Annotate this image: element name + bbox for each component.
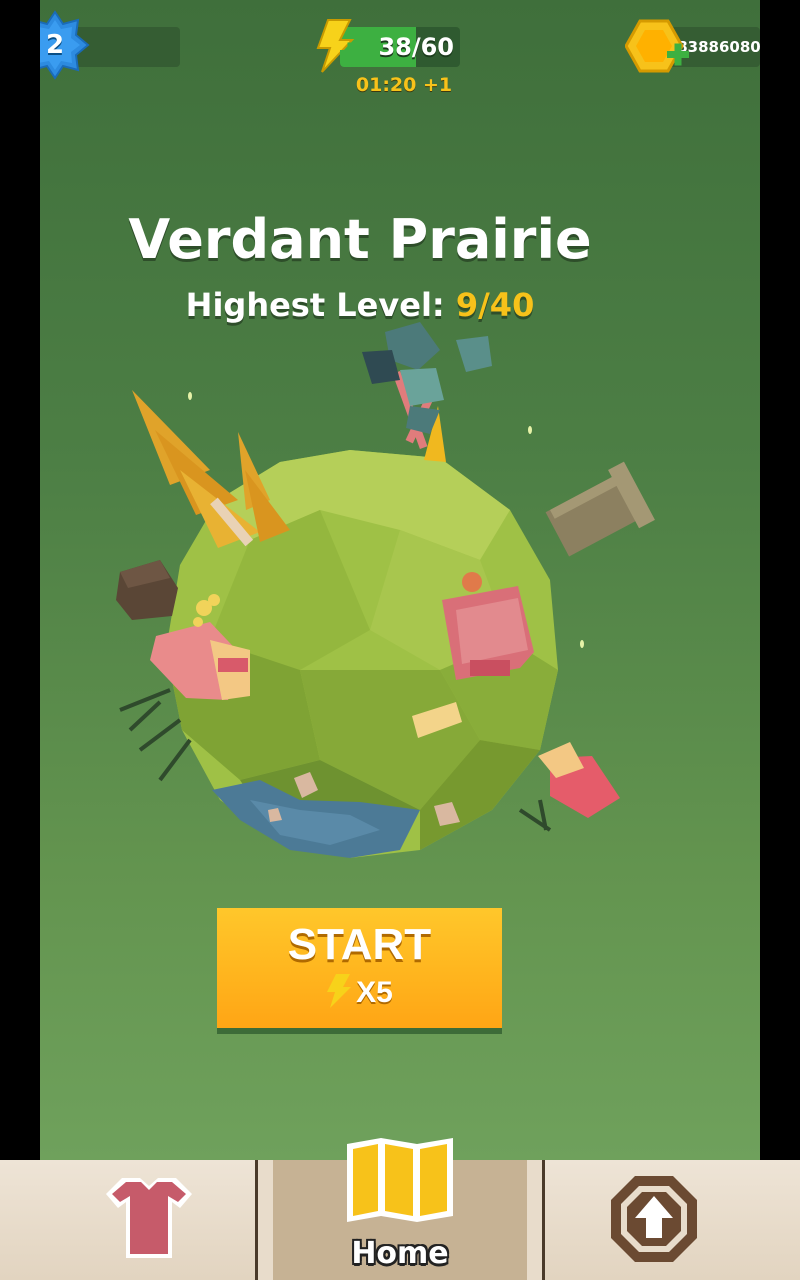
map-icon xyxy=(347,1138,453,1222)
tab-home-label: Home xyxy=(351,1236,449,1271)
level-number: 2 xyxy=(45,30,65,60)
add-energy-bolt-icon[interactable] xyxy=(310,18,366,76)
tab-home[interactable]: Home xyxy=(258,1138,542,1280)
start-label: START xyxy=(287,920,432,969)
tab-upgrade[interactable] xyxy=(542,1160,800,1280)
energy-refill-timer: 01:20 +1 xyxy=(355,74,453,96)
tab-shop[interactable] xyxy=(0,1160,258,1280)
pink-tree xyxy=(362,322,492,449)
stone-tower xyxy=(545,461,655,557)
add-coins-hexagon-icon[interactable] xyxy=(625,18,691,76)
start-cost: X5 xyxy=(217,974,502,1010)
energy-bolt-icon xyxy=(327,974,352,1008)
upgrade-arrow-icon xyxy=(611,1176,697,1262)
shirt-icon xyxy=(106,1178,192,1258)
world-planet-illustration[interactable] xyxy=(100,310,660,890)
tree-stump xyxy=(116,560,178,620)
start-button[interactable]: START X5 xyxy=(217,908,502,1028)
game-screen: 2 38/60 01:20 +1 83886080 Verdant Prairi… xyxy=(40,0,760,1160)
bottom-nav: Home xyxy=(0,1138,800,1280)
world-title: Verdant Prairie xyxy=(128,208,592,271)
start-cost-value: X5 xyxy=(356,976,393,1009)
